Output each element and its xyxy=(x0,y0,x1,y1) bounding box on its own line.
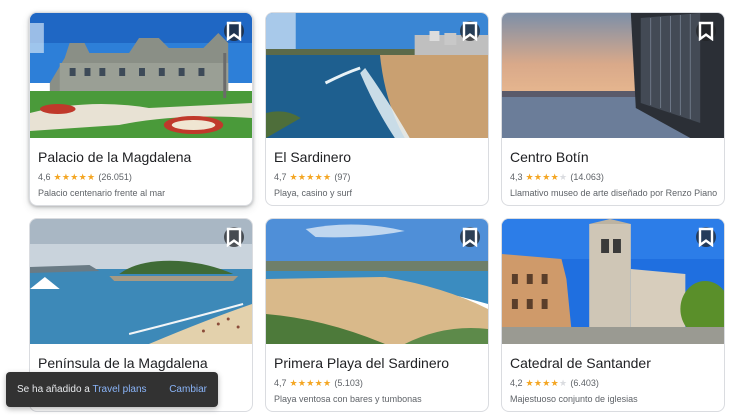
place-card-centro-botin[interactable]: Centro Botín 4,3 ★★★★★ (14.063) Llamativ… xyxy=(501,12,725,206)
star-icon: ★ xyxy=(533,377,543,388)
star-rating: ★★★★★ xyxy=(54,172,96,183)
bookmark-icon xyxy=(462,21,478,41)
change-button[interactable]: Cambiar xyxy=(169,384,207,395)
save-button[interactable] xyxy=(696,21,716,41)
save-button[interactable] xyxy=(460,227,480,247)
place-photo[interactable] xyxy=(266,219,488,344)
save-button[interactable] xyxy=(224,227,244,247)
place-description: Palacio centenario frente al mar xyxy=(38,188,166,198)
star-icon: ★ xyxy=(297,377,307,388)
star-icon: ★ xyxy=(559,171,568,182)
bookmark-icon xyxy=(698,227,714,247)
star-icon: ★ xyxy=(53,171,62,182)
star-icon: ★ xyxy=(542,377,551,388)
star-icon: ★ xyxy=(61,171,71,182)
snackbar-prefix: Se ha añadido a xyxy=(17,384,93,395)
star-icon: ★ xyxy=(306,171,315,182)
bookmark-icon xyxy=(462,227,478,247)
travel-plans-link[interactable]: Travel plans xyxy=(92,384,146,395)
star-icon: ★ xyxy=(550,171,560,182)
star-icon: ★ xyxy=(542,171,551,182)
star-icon: ★ xyxy=(525,377,534,388)
place-card-catedral[interactable]: Catedral de Santander 4,2 ★★★★★ (6.403) … xyxy=(501,218,725,412)
rating-row: 4,7 ★★★★★ (97) xyxy=(274,171,480,183)
save-button[interactable] xyxy=(224,21,244,41)
save-button[interactable] xyxy=(696,227,716,247)
place-name[interactable]: El Sardinero xyxy=(274,148,480,166)
star-icon: ★ xyxy=(525,171,534,182)
star-icon: ★ xyxy=(297,171,307,182)
place-photo[interactable] xyxy=(266,13,488,138)
star-icon: ★ xyxy=(70,171,79,182)
star-icon: ★ xyxy=(323,377,332,388)
place-card-sardinero[interactable]: El Sardinero 4,7 ★★★★★ (97) Playa, casin… xyxy=(265,12,489,206)
star-icon: ★ xyxy=(559,377,568,388)
rating-value: 4,7 xyxy=(274,378,287,388)
rating-value: 4,3 xyxy=(510,172,523,182)
star-rating: ★★★★★ xyxy=(526,172,568,183)
place-name[interactable]: Península de la Magdalena xyxy=(38,354,244,372)
review-count: (6.403) xyxy=(570,378,599,388)
star-icon: ★ xyxy=(533,171,543,182)
place-name[interactable]: Primera Playa del Sardinero xyxy=(274,354,480,372)
place-card-primera-playa[interactable]: Primera Playa del Sardinero 4,7 ★★★★★ (5… xyxy=(265,218,489,412)
snackbar-message: Se ha añadido a Travel plans xyxy=(17,384,169,395)
place-description: Playa ventosa con bares y tumbonas xyxy=(274,394,422,404)
rating-value: 4,2 xyxy=(510,378,523,388)
star-rating: ★★★★★ xyxy=(290,172,332,183)
rating-row: 4,2 ★★★★★ (6.403) xyxy=(510,377,716,389)
places-grid: Palacio de la Magdalena 4,6 ★★★★★ (26.05… xyxy=(29,12,725,412)
rating-value: 4,7 xyxy=(274,172,287,182)
star-icon: ★ xyxy=(314,377,324,388)
place-name[interactable]: Centro Botín xyxy=(510,148,716,166)
review-count: (14.063) xyxy=(570,172,604,182)
star-icon: ★ xyxy=(550,377,560,388)
place-photo[interactable] xyxy=(30,219,252,344)
star-icon: ★ xyxy=(306,377,315,388)
place-description: Llamativo museo de arte diseñado por Ren… xyxy=(510,188,718,198)
rating-row: 4,6 ★★★★★ (26.051) xyxy=(38,171,244,183)
review-count: (5.103) xyxy=(334,378,363,388)
bookmark-icon xyxy=(698,21,714,41)
rating-row: 4,3 ★★★★★ (14.063) xyxy=(510,171,716,183)
place-photo[interactable] xyxy=(502,219,724,344)
place-photo[interactable] xyxy=(30,13,252,138)
snackbar: Se ha añadido a Travel plans Cambiar xyxy=(6,372,218,407)
star-icon: ★ xyxy=(289,377,298,388)
star-icon: ★ xyxy=(87,171,96,182)
star-rating: ★★★★★ xyxy=(290,378,332,389)
place-name[interactable]: Palacio de la Magdalena xyxy=(38,148,244,166)
rating-value: 4,6 xyxy=(38,172,51,182)
place-description: Majestuoso conjunto de iglesias xyxy=(510,394,638,404)
star-icon: ★ xyxy=(323,171,332,182)
bookmark-icon xyxy=(226,227,242,247)
bookmark-icon xyxy=(226,21,242,41)
place-card-palacio[interactable]: Palacio de la Magdalena 4,6 ★★★★★ (26.05… xyxy=(29,12,253,206)
rating-row: 4,7 ★★★★★ (5.103) xyxy=(274,377,480,389)
star-icon: ★ xyxy=(78,171,88,182)
review-count: (26.051) xyxy=(98,172,132,182)
place-description: Playa, casino y surf xyxy=(274,188,353,198)
place-name[interactable]: Catedral de Santander xyxy=(510,354,716,372)
star-icon: ★ xyxy=(314,171,324,182)
star-rating: ★★★★★ xyxy=(526,378,568,389)
review-count: (97) xyxy=(334,172,351,182)
star-icon: ★ xyxy=(289,171,298,182)
save-button[interactable] xyxy=(460,21,480,41)
place-photo[interactable] xyxy=(502,13,724,138)
